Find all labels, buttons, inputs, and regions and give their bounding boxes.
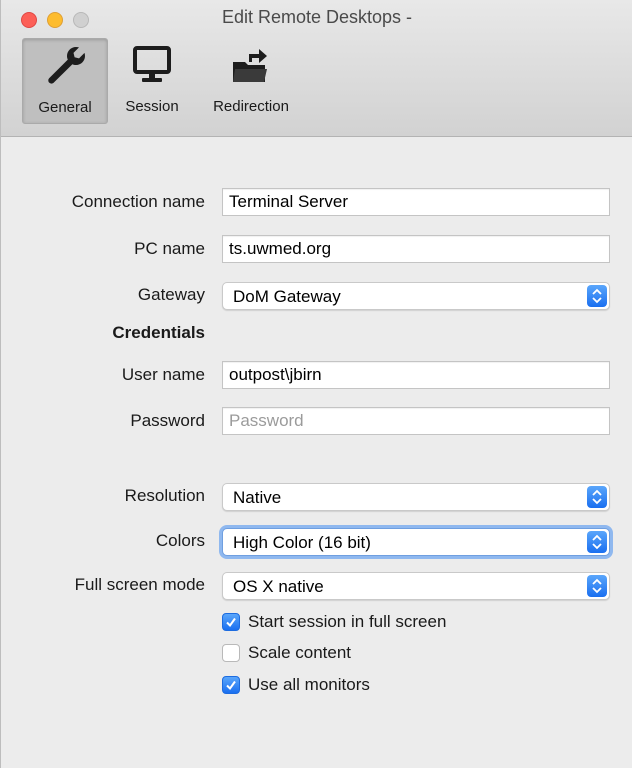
tab-redirection[interactable]: Redirection [203,38,299,124]
gateway-label: Gateway [137,285,205,304]
checkmark-icon [222,676,240,694]
start-session-full-screen-label: Start session in full screen [248,612,447,631]
connection-name-field[interactable] [222,188,610,216]
select-stepper-icon [587,531,607,553]
resolution-value: Native [233,488,282,507]
colors-value: High Color (16 bit) [233,533,371,552]
select-stepper-icon [587,575,607,597]
toolbar: Edit Remote Desktops - General Session R… [1,0,632,137]
checkbox-box [222,644,240,662]
wrench-icon [43,39,87,91]
connection-name-label: Connection name [71,192,205,211]
resolution-select[interactable]: Native [222,483,610,511]
full-screen-mode-label: Full screen mode [74,575,205,594]
password-field[interactable] [222,407,610,435]
folder-redirect-icon [229,38,273,90]
resolution-label: Resolution [124,486,205,505]
tab-session[interactable]: Session [114,38,190,124]
colors-label: Colors [155,531,205,550]
colors-select[interactable]: High Color (16 bit) [222,528,610,556]
user-name-label: User name [121,365,205,384]
tab-general[interactable]: General [22,38,108,124]
user-name-field[interactable] [222,361,610,389]
use-all-monitors-checkbox[interactable]: Use all monitors [222,675,370,695]
gateway-value: DoM Gateway [233,287,341,306]
tab-general-label: General [38,99,92,116]
window-title: Edit Remote Desktops - [221,7,413,27]
credentials-heading: Credentials [112,323,205,342]
full-screen-mode-select[interactable]: OS X native [222,572,610,600]
monitor-icon [130,38,174,90]
checkmark-icon [222,613,240,631]
edit-remote-desktops-window: Edit Remote Desktops - General Session R… [0,0,632,768]
scale-content-checkbox[interactable]: Scale content [222,643,351,663]
full-screen-mode-value: OS X native [233,577,324,596]
start-session-full-screen-checkbox[interactable]: Start session in full screen [222,612,446,632]
pc-name-label: PC name [134,239,205,258]
pc-name-field[interactable] [222,235,610,263]
select-stepper-icon [587,285,607,307]
use-all-monitors-label: Use all monitors [248,675,370,694]
gateway-select[interactable]: DoM Gateway [222,282,610,310]
tab-session-label: Session [125,98,179,115]
scale-content-label: Scale content [248,643,352,662]
password-label: Password [130,411,205,430]
tab-redirection-label: Redirection [213,98,289,115]
select-stepper-icon [587,486,607,508]
